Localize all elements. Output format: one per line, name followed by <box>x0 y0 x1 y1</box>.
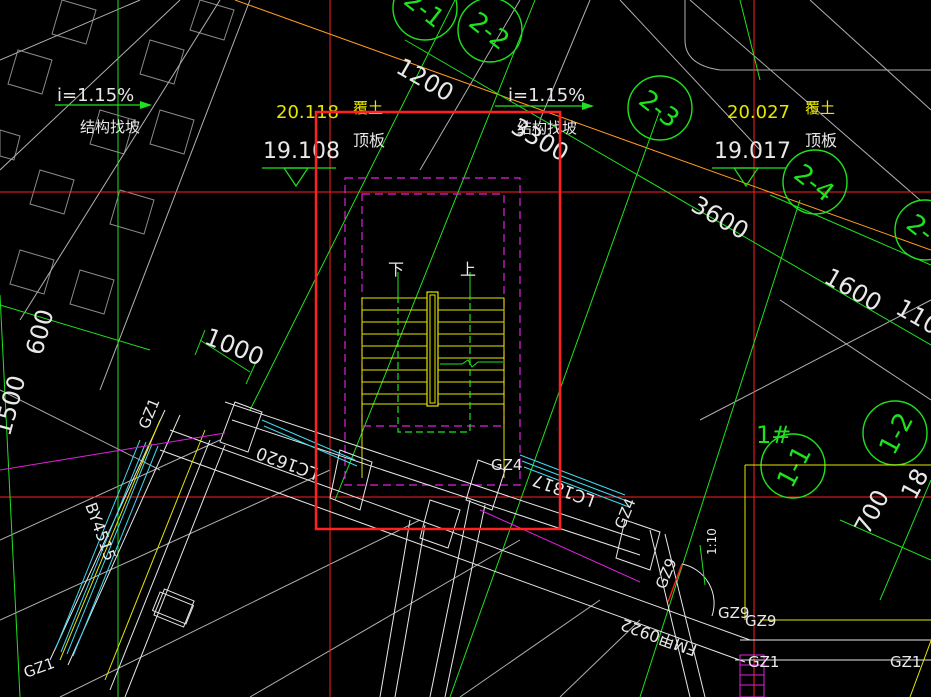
stair-handrail <box>426 291 439 407</box>
tag-gz1-bottom: GZ1 <box>748 653 779 671</box>
cad-drawing-canvas[interactable]: 2-1 2-2 2-3 2-4 2- 1-1 1-2 1200 3300 360… <box>0 0 931 697</box>
slope-right-value: i=1.15% <box>508 85 585 106</box>
elev-left-label-bottom: 顶板 <box>353 131 385 150</box>
slope-right-caption: 结构找坡 <box>517 119 577 137</box>
building-number: 1# <box>756 421 791 449</box>
elev-left-label-top: 覆土 <box>353 99 383 117</box>
elev-left-bottom: 19.108 <box>263 139 340 164</box>
elev-right-bottom: 19.017 <box>714 139 791 164</box>
elev-right-top: 20.027 <box>727 102 790 123</box>
tag-gz4-a: GZ4 <box>491 456 522 474</box>
stair-down-label: 下 <box>388 260 404 279</box>
tag-ratio: 1:10 <box>705 528 719 555</box>
slope-left-value: i=1.15% <box>57 85 134 106</box>
slope-left-caption: 结构找坡 <box>80 118 140 136</box>
stair-up-label: 上 <box>460 260 476 279</box>
elev-right-label-top: 覆土 <box>805 99 835 117</box>
tag-gz9-c: GZ9 <box>745 612 776 630</box>
elev-right-label-bottom: 顶板 <box>805 131 837 150</box>
tag-gz1-bottom-right: GZ1 <box>890 653 921 671</box>
